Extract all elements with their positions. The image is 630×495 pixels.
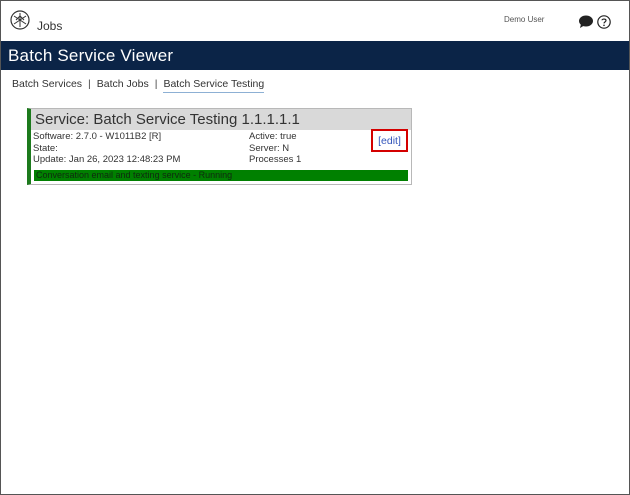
service-card-header: Service: Batch Service Testing 1.1.1.1.1 [31, 109, 411, 130]
breadcrumb-separator: | [88, 78, 91, 90]
last-update: Update: Jan 26, 2023 12:48:23 PM [33, 154, 181, 165]
service-details-right: Active: true Server: N Processes 1 [249, 131, 301, 166]
app-window: Jobs Demo User Batch Service Viewer Batc… [0, 0, 630, 495]
chat-icon[interactable] [578, 15, 594, 29]
top-bar: Jobs Demo User [1, 1, 629, 41]
breadcrumb: Batch Services | Batch Jobs | Batch Serv… [12, 78, 265, 93]
help-icon[interactable] [597, 15, 611, 29]
process-count: Processes 1 [249, 154, 302, 165]
header-band: Batch Service Viewer [1, 41, 629, 70]
breadcrumb-batch-jobs[interactable]: Batch Jobs [97, 78, 149, 90]
page-title: Batch Service Viewer [8, 46, 174, 65]
service-title: Service: Batch Service Testing 1.1.1.1.1 [35, 111, 300, 128]
user-name[interactable]: Demo User [504, 15, 544, 24]
active-status: Active: true [249, 131, 297, 142]
edit-link[interactable]: [edit] [378, 135, 401, 147]
breadcrumb-batch-services[interactable]: Batch Services [12, 78, 82, 90]
service-status-bar: Conversation email and texting service -… [34, 170, 408, 181]
server-flag: Server: N [249, 142, 290, 154]
service-card: Service: Batch Service Testing 1.1.1.1.1… [27, 108, 412, 185]
breadcrumb-separator: | [154, 78, 158, 90]
service-details-left: Software: 2.7.0 - W1011B2 [R] State: Upd… [33, 131, 180, 166]
edit-highlight: [edit] [371, 129, 408, 152]
breadcrumb-batch-service-testing[interactable]: Batch Service Testing [163, 78, 265, 93]
compass-logo-icon[interactable] [10, 10, 30, 30]
software-version: Software: 2.7.0 - W1011B2 [R] [33, 131, 162, 142]
app-name: Jobs [37, 19, 63, 33]
service-state: State: [33, 142, 58, 154]
